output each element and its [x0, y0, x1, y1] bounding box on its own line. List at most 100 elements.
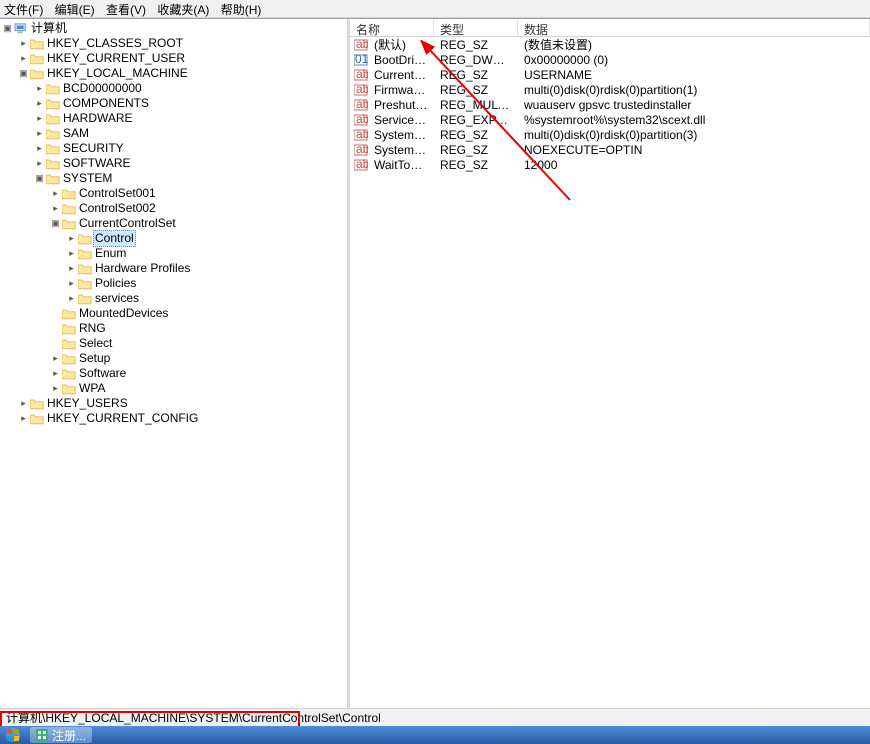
- folder-icon: [77, 262, 93, 276]
- tree-item[interactable]: Select: [77, 336, 114, 351]
- value-row[interactable]: 011BootDriverFlagsREG_DWORD0x00000000 (0…: [350, 52, 870, 67]
- folder-icon: [61, 367, 77, 381]
- twisty-icon[interactable]: ▸: [18, 51, 29, 66]
- folder-icon: [77, 292, 93, 306]
- value-data: (数值未设置): [518, 36, 870, 53]
- tree-hklm[interactable]: HKEY_LOCAL_MACHINE: [45, 66, 190, 81]
- value-type: REG_MULTI_SZ: [434, 98, 518, 112]
- tree-item[interactable]: Hardware Profiles: [93, 261, 192, 276]
- tree-item[interactable]: HARDWARE: [61, 111, 135, 126]
- folder-icon: [45, 157, 61, 171]
- twisty-icon[interactable]: ▣: [34, 171, 45, 186]
- twisty-icon[interactable]: ▸: [50, 381, 61, 396]
- status-path: 计算机\HKEY_LOCAL_MACHINE\SYSTEM\CurrentCon…: [6, 711, 381, 725]
- menu-edit[interactable]: 编辑(E): [55, 3, 95, 17]
- tree-system[interactable]: SYSTEM: [61, 171, 114, 186]
- tree-currentcontrolset[interactable]: CurrentControlSet: [77, 216, 178, 231]
- twisty-icon[interactable]: ▸: [50, 351, 61, 366]
- folder-icon: [45, 127, 61, 141]
- twisty-icon[interactable]: ▸: [50, 201, 61, 216]
- tree-item[interactable]: SAM: [61, 126, 91, 141]
- twisty-icon[interactable]: ▸: [34, 96, 45, 111]
- twisty-icon[interactable]: ▸: [66, 246, 77, 261]
- values-pane[interactable]: 名称 类型 数据 ab(默认)REG_SZ(数值未设置)011BootDrive…: [350, 19, 870, 726]
- twisty-icon[interactable]: ▣: [2, 21, 13, 36]
- twisty-icon[interactable]: ▸: [34, 141, 45, 156]
- tree-item[interactable]: ControlSet002: [77, 201, 158, 216]
- tree-item[interactable]: Enum: [93, 246, 128, 261]
- tree-item[interactable]: services: [93, 291, 141, 306]
- twisty-icon[interactable]: ▸: [34, 81, 45, 96]
- twisty-icon[interactable]: ▸: [66, 276, 77, 291]
- value-row[interactable]: abWaitToKillServic...REG_SZ12000: [350, 157, 870, 172]
- value-type: REG_SZ: [434, 128, 518, 142]
- svg-text:ab: ab: [356, 99, 368, 111]
- col-type[interactable]: 类型: [434, 19, 518, 36]
- tree-item[interactable]: RNG: [77, 321, 108, 336]
- value-row[interactable]: abPreshutdownOr...REG_MULTI_SZwuauserv g…: [350, 97, 870, 112]
- twisty-icon[interactable]: ▸: [50, 186, 61, 201]
- folder-icon: [45, 82, 61, 96]
- tree-hku[interactable]: HKEY_USERS: [45, 396, 130, 411]
- folder-icon: [61, 217, 77, 231]
- taskbar-item-regedit[interactable]: 注册...: [30, 727, 92, 743]
- folder-icon: [45, 172, 61, 186]
- folder-icon: [61, 382, 77, 396]
- col-data[interactable]: 数据: [518, 19, 870, 36]
- tree-item[interactable]: COMPONENTS: [61, 96, 151, 111]
- twisty-icon[interactable]: ▣: [18, 66, 29, 81]
- regedit-icon: [36, 729, 48, 741]
- svg-text:ab: ab: [356, 84, 368, 96]
- value-row[interactable]: ab(默认)REG_SZ(数值未设置): [350, 37, 870, 52]
- value-icon: ab: [350, 69, 368, 81]
- twisty-icon[interactable]: ▣: [50, 216, 61, 231]
- tree-hkcr[interactable]: HKEY_CLASSES_ROOT: [45, 36, 185, 51]
- value-type: REG_SZ: [434, 143, 518, 157]
- taskbar-item-label: 注册...: [52, 727, 86, 744]
- folder-icon: [61, 352, 77, 366]
- twisty-icon[interactable]: ▸: [34, 111, 45, 126]
- col-name[interactable]: 名称: [350, 19, 434, 36]
- tree-item[interactable]: Policies: [93, 276, 138, 291]
- tree-pane[interactable]: ▣ 计算机 ▸HKEY_CLASSES_ROOT ▸HKEY_CURRENT_U…: [0, 19, 347, 726]
- value-name: WaitToKillServic...: [368, 158, 434, 172]
- tree-item[interactable]: BCD00000000: [61, 81, 144, 96]
- menu-help[interactable]: 帮助(H): [221, 3, 262, 17]
- value-name: ServiceControl...: [368, 113, 434, 127]
- value-name: CurrentUser: [368, 68, 434, 82]
- start-button[interactable]: [0, 726, 26, 744]
- tree-item[interactable]: Setup: [77, 351, 112, 366]
- twisty-icon[interactable]: ▸: [50, 366, 61, 381]
- twisty-icon[interactable]: ▸: [66, 261, 77, 276]
- menu-file[interactable]: 文件(F): [4, 3, 43, 17]
- menu-view[interactable]: 查看(V): [106, 3, 146, 17]
- tree-item[interactable]: ControlSet001: [77, 186, 158, 201]
- value-row[interactable]: abSystemBootDev...REG_SZmulti(0)disk(0)r…: [350, 127, 870, 142]
- twisty-icon[interactable]: ▸: [34, 126, 45, 141]
- twisty-icon[interactable]: ▸: [66, 231, 77, 246]
- value-row[interactable]: abSystemStartOpt...REG_SZ NOEXECUTE=OPTI…: [350, 142, 870, 157]
- tree-root[interactable]: 计算机: [29, 21, 69, 36]
- tree-hkcu[interactable]: HKEY_CURRENT_USER: [45, 51, 187, 66]
- folder-icon: [29, 397, 45, 411]
- value-row[interactable]: abServiceControl...REG_EXPAND_SZ%systemr…: [350, 112, 870, 127]
- twisty-icon[interactable]: ▸: [18, 396, 29, 411]
- tree-item[interactable]: Software: [77, 366, 128, 381]
- menu-favorites[interactable]: 收藏夹(A): [157, 3, 209, 17]
- value-data: multi(0)disk(0)rdisk(0)partition(3): [518, 128, 870, 142]
- twisty-icon[interactable]: ▸: [66, 291, 77, 306]
- tree-item[interactable]: SOFTWARE: [61, 156, 133, 171]
- tree-hkcc[interactable]: HKEY_CURRENT_CONFIG: [45, 411, 200, 426]
- tree-item[interactable]: WPA: [77, 381, 107, 396]
- folder-icon: [45, 97, 61, 111]
- tree-control-selected[interactable]: Control: [93, 230, 136, 247]
- twisty-icon[interactable]: ▸: [18, 411, 29, 426]
- twisty-icon[interactable]: ▸: [34, 156, 45, 171]
- menubar: 文件(F) 编辑(E) 查看(V) 收藏夹(A) 帮助(H): [0, 0, 870, 18]
- value-row[interactable]: abFirmwareBootD...REG_SZmulti(0)disk(0)r…: [350, 82, 870, 97]
- twisty-icon[interactable]: ▸: [18, 36, 29, 51]
- value-row[interactable]: abCurrentUserREG_SZUSERNAME: [350, 67, 870, 82]
- value-data: 0x00000000 (0): [518, 53, 870, 67]
- tree-item[interactable]: MountedDevices: [77, 306, 170, 321]
- tree-item[interactable]: SECURITY: [61, 141, 126, 156]
